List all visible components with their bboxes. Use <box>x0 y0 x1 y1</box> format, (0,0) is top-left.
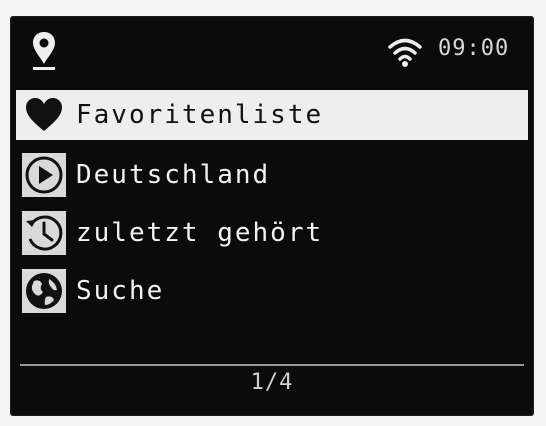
wifi-icon <box>388 38 422 67</box>
menu-item-suche[interactable]: Suche <box>16 264 528 318</box>
status-bar: 09:00 <box>10 16 534 86</box>
heart-icon <box>16 90 72 140</box>
globe-icon <box>16 266 72 316</box>
history-clock-icon <box>16 208 72 258</box>
menu-item-label: Deutschland <box>76 160 271 190</box>
radio-display-screen: 09:00 Favoritenliste Deutschland zuletzt… <box>10 16 534 416</box>
play-icon <box>16 150 72 200</box>
menu-item-label: zuletzt gehört <box>76 218 324 248</box>
page-indicator: 1/4 <box>250 370 294 395</box>
menu-item-label: Favoritenliste <box>76 100 324 130</box>
menu-item-favoritenliste[interactable]: Favoritenliste <box>16 90 528 140</box>
device-bezel: 09:00 Favoritenliste Deutschland zuletzt… <box>0 0 546 426</box>
main-menu: Favoritenliste Deutschland zuletzt gehör… <box>16 90 528 322</box>
clock-time: 09:00 <box>438 36 510 61</box>
menu-item-label: Suche <box>76 276 165 306</box>
menu-item-deutschland[interactable]: Deutschland <box>16 148 528 202</box>
footer-divider <box>20 364 524 366</box>
location-pin-icon <box>33 32 55 70</box>
menu-item-zuletzt-gehoert[interactable]: zuletzt gehört <box>16 206 528 260</box>
